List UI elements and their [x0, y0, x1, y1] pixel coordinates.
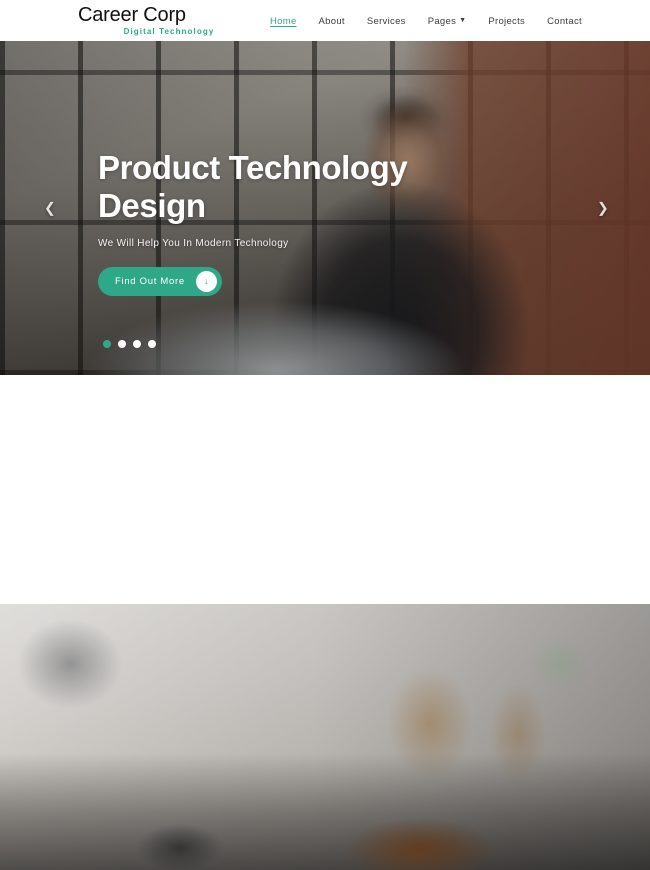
carousel-next-icon[interactable]: ❯ [597, 200, 609, 217]
hero-carousel: Product Technology Design We Will Help Y… [0, 41, 650, 375]
carousel-dot-4[interactable] [148, 340, 156, 348]
find-out-more-label: Find Out More [115, 276, 185, 287]
collections-background-image [0, 604, 650, 870]
collections-section: Brian Fantana lorem ipsum dolor ★ ★ ★ ★★… [0, 604, 650, 870]
nav-item-pages-label: Pages [427, 15, 457, 27]
hero-title-line1: Product Technology [98, 149, 408, 186]
nav-item-projects[interactable]: Projects [488, 16, 525, 27]
hero-subtitle: We Will Help You In Modern Technology [98, 238, 289, 249]
hero-title: Product Technology Design [98, 149, 470, 225]
carousel-dots [103, 340, 156, 348]
nav-item-home[interactable]: Home [270, 16, 297, 27]
carousel-prev-icon[interactable]: ❮ [44, 200, 56, 217]
find-out-more-button[interactable]: Find Out More ↓ [98, 267, 222, 296]
nav-item-services[interactable]: Services [367, 16, 406, 27]
main-navigation: Home About Services Pages ▼ Projects Cont… [270, 15, 582, 27]
nav-item-contact[interactable]: Contact [547, 16, 582, 27]
hero-content: Product Technology Design We Will Help Y… [0, 41, 470, 296]
brand-tagline: Digital Technology [123, 27, 215, 36]
nav-item-pages[interactable]: Pages ▼ [428, 16, 467, 27]
welcome-section: Welcome To Career Corp lorem ipsum dolor… [0, 375, 650, 870]
nav-item-about[interactable]: About [319, 16, 345, 27]
carousel-dot-1[interactable] [103, 340, 111, 348]
chevron-down-icon: ▼ [459, 17, 467, 25]
carousel-dot-2[interactable] [118, 340, 126, 348]
brand-logo[interactable]: Career Corp Digital Technology [78, 4, 248, 37]
arrow-down-icon: ↓ [195, 271, 217, 292]
hero-title-line2: Design [98, 187, 206, 224]
carousel-dot-3[interactable] [133, 340, 141, 348]
brand-name: Career Corp [78, 4, 186, 26]
site-header: Career Corp Digital Technology Home Abou… [0, 0, 650, 41]
